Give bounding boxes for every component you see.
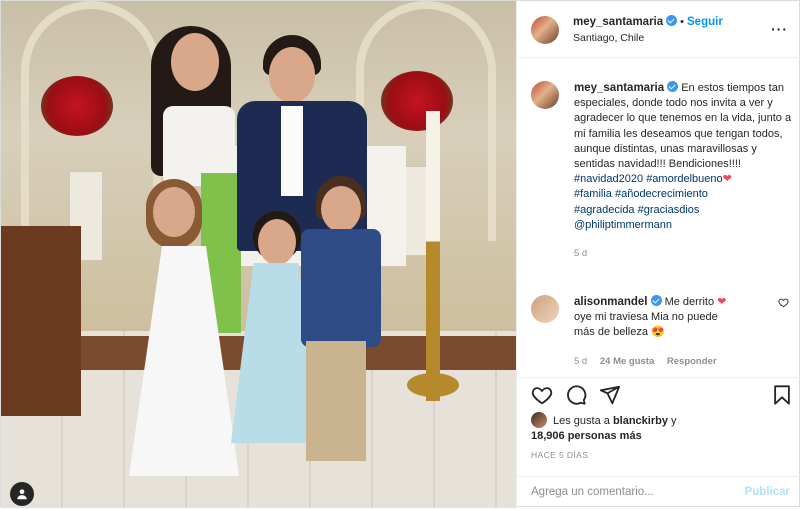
verified-icon bbox=[667, 81, 679, 92]
bookmark-icon[interactable] bbox=[771, 384, 793, 406]
caption-avatar[interactable] bbox=[531, 81, 559, 109]
post-side-panel: mey_santamaria • Seguir Santiago, Chile ··… bbox=[516, 1, 800, 508]
author-username[interactable]: mey_santamaria bbox=[573, 16, 663, 28]
heart-emoji: ❤ bbox=[722, 173, 732, 186]
post-modal: mey_santamaria • Seguir Santiago, Chile ··… bbox=[0, 0, 800, 508]
reply-text-line3: más de belleza bbox=[574, 326, 648, 339]
post-header: mey_santamaria • Seguir Santiago, Chile ··… bbox=[517, 1, 800, 58]
caption-age[interactable]: 5 d bbox=[574, 248, 587, 259]
likes-connector: y bbox=[671, 415, 677, 427]
comment-icon[interactable] bbox=[565, 384, 587, 406]
comment-input[interactable] bbox=[531, 486, 731, 498]
hashtag-link[interactable]: #amordelbueno bbox=[646, 173, 722, 185]
reply-likes[interactable]: 24 Me gusta bbox=[600, 356, 654, 367]
photo-roses-right bbox=[381, 71, 453, 131]
verified-icon bbox=[650, 295, 662, 306]
verified-icon bbox=[666, 15, 678, 26]
caption-text: En estos tiempos tan especiales, donde t… bbox=[574, 82, 792, 171]
heart-emoji: ❤ bbox=[717, 296, 727, 308]
caption-meta: 5 d bbox=[574, 246, 794, 261]
heart-icon[interactable] bbox=[778, 297, 789, 308]
reply-avatar[interactable] bbox=[531, 295, 559, 323]
post-location[interactable]: Santiago, Chile bbox=[573, 32, 723, 44]
photo-roses-left bbox=[41, 76, 113, 136]
reply-username[interactable]: alisonmandel bbox=[574, 296, 648, 308]
comment-composer: Publicar bbox=[517, 476, 800, 509]
comments-list[interactable]: mey_santamaria En estos tiempos tan espe… bbox=[517, 59, 800, 377]
more-icon[interactable]: ··· bbox=[771, 21, 788, 37]
mention-link[interactable]: @philiptimmermann bbox=[574, 219, 672, 231]
reply-body: alisonmandel Me derrito ❤ oye mi travies… bbox=[574, 295, 794, 369]
post-actions: Les gusta a blanckirby y 18,906 personas… bbox=[517, 377, 800, 508]
reply-age[interactable]: 5 d bbox=[574, 356, 587, 367]
follow-button[interactable]: Seguir bbox=[687, 16, 723, 28]
caption-username[interactable]: mey_santamaria bbox=[574, 82, 664, 94]
user-tag-button[interactable] bbox=[10, 482, 34, 506]
reply-text-line1: Me derrito bbox=[664, 296, 715, 308]
hashtag-link[interactable]: #añodecrecimiento bbox=[615, 188, 708, 200]
caption-body: mey_santamaria En estos tiempos tan espe… bbox=[574, 81, 794, 261]
post-photo[interactable] bbox=[1, 1, 516, 508]
action-icons bbox=[531, 384, 793, 410]
likes-summary: Les gusta a blanckirby y 18,906 personas… bbox=[531, 412, 677, 444]
liker-username[interactable]: blanckirby bbox=[613, 415, 668, 427]
post-timestamp[interactable]: HACE 5 DÍAS bbox=[531, 450, 588, 460]
post-comment-button[interactable]: Publicar bbox=[745, 486, 790, 498]
heart-eyes-emoji: 😍 bbox=[651, 326, 665, 339]
user-tag-icon bbox=[17, 489, 27, 500]
likes-count[interactable]: 18,906 personas más bbox=[531, 430, 642, 442]
reply-meta: 5 d 24 Me gusta Responder bbox=[574, 354, 794, 369]
heart-icon[interactable] bbox=[531, 384, 553, 406]
share-icon[interactable] bbox=[599, 384, 621, 406]
hashtag-link[interactable]: #graciasdios bbox=[638, 204, 700, 216]
header-separator: • bbox=[680, 16, 685, 28]
photo-candle bbox=[426, 111, 440, 401]
reply-text-line2: oye mi traviesa Mia no puede bbox=[574, 311, 718, 324]
photo-candle-base bbox=[407, 373, 459, 397]
reply-button[interactable]: Responder bbox=[667, 356, 717, 367]
likes-prefix: Les gusta a bbox=[553, 415, 610, 427]
photo-rail bbox=[1, 226, 81, 416]
liker-avatar[interactable] bbox=[531, 412, 547, 428]
hashtag-link[interactable]: #navidad2020 bbox=[574, 173, 643, 185]
author-block: mey_santamaria • Seguir Santiago, Chile bbox=[573, 15, 723, 44]
author-avatar[interactable] bbox=[531, 16, 559, 44]
hashtag-link[interactable]: #familia bbox=[574, 188, 612, 200]
hashtag-link[interactable]: #agradecida bbox=[574, 204, 635, 216]
